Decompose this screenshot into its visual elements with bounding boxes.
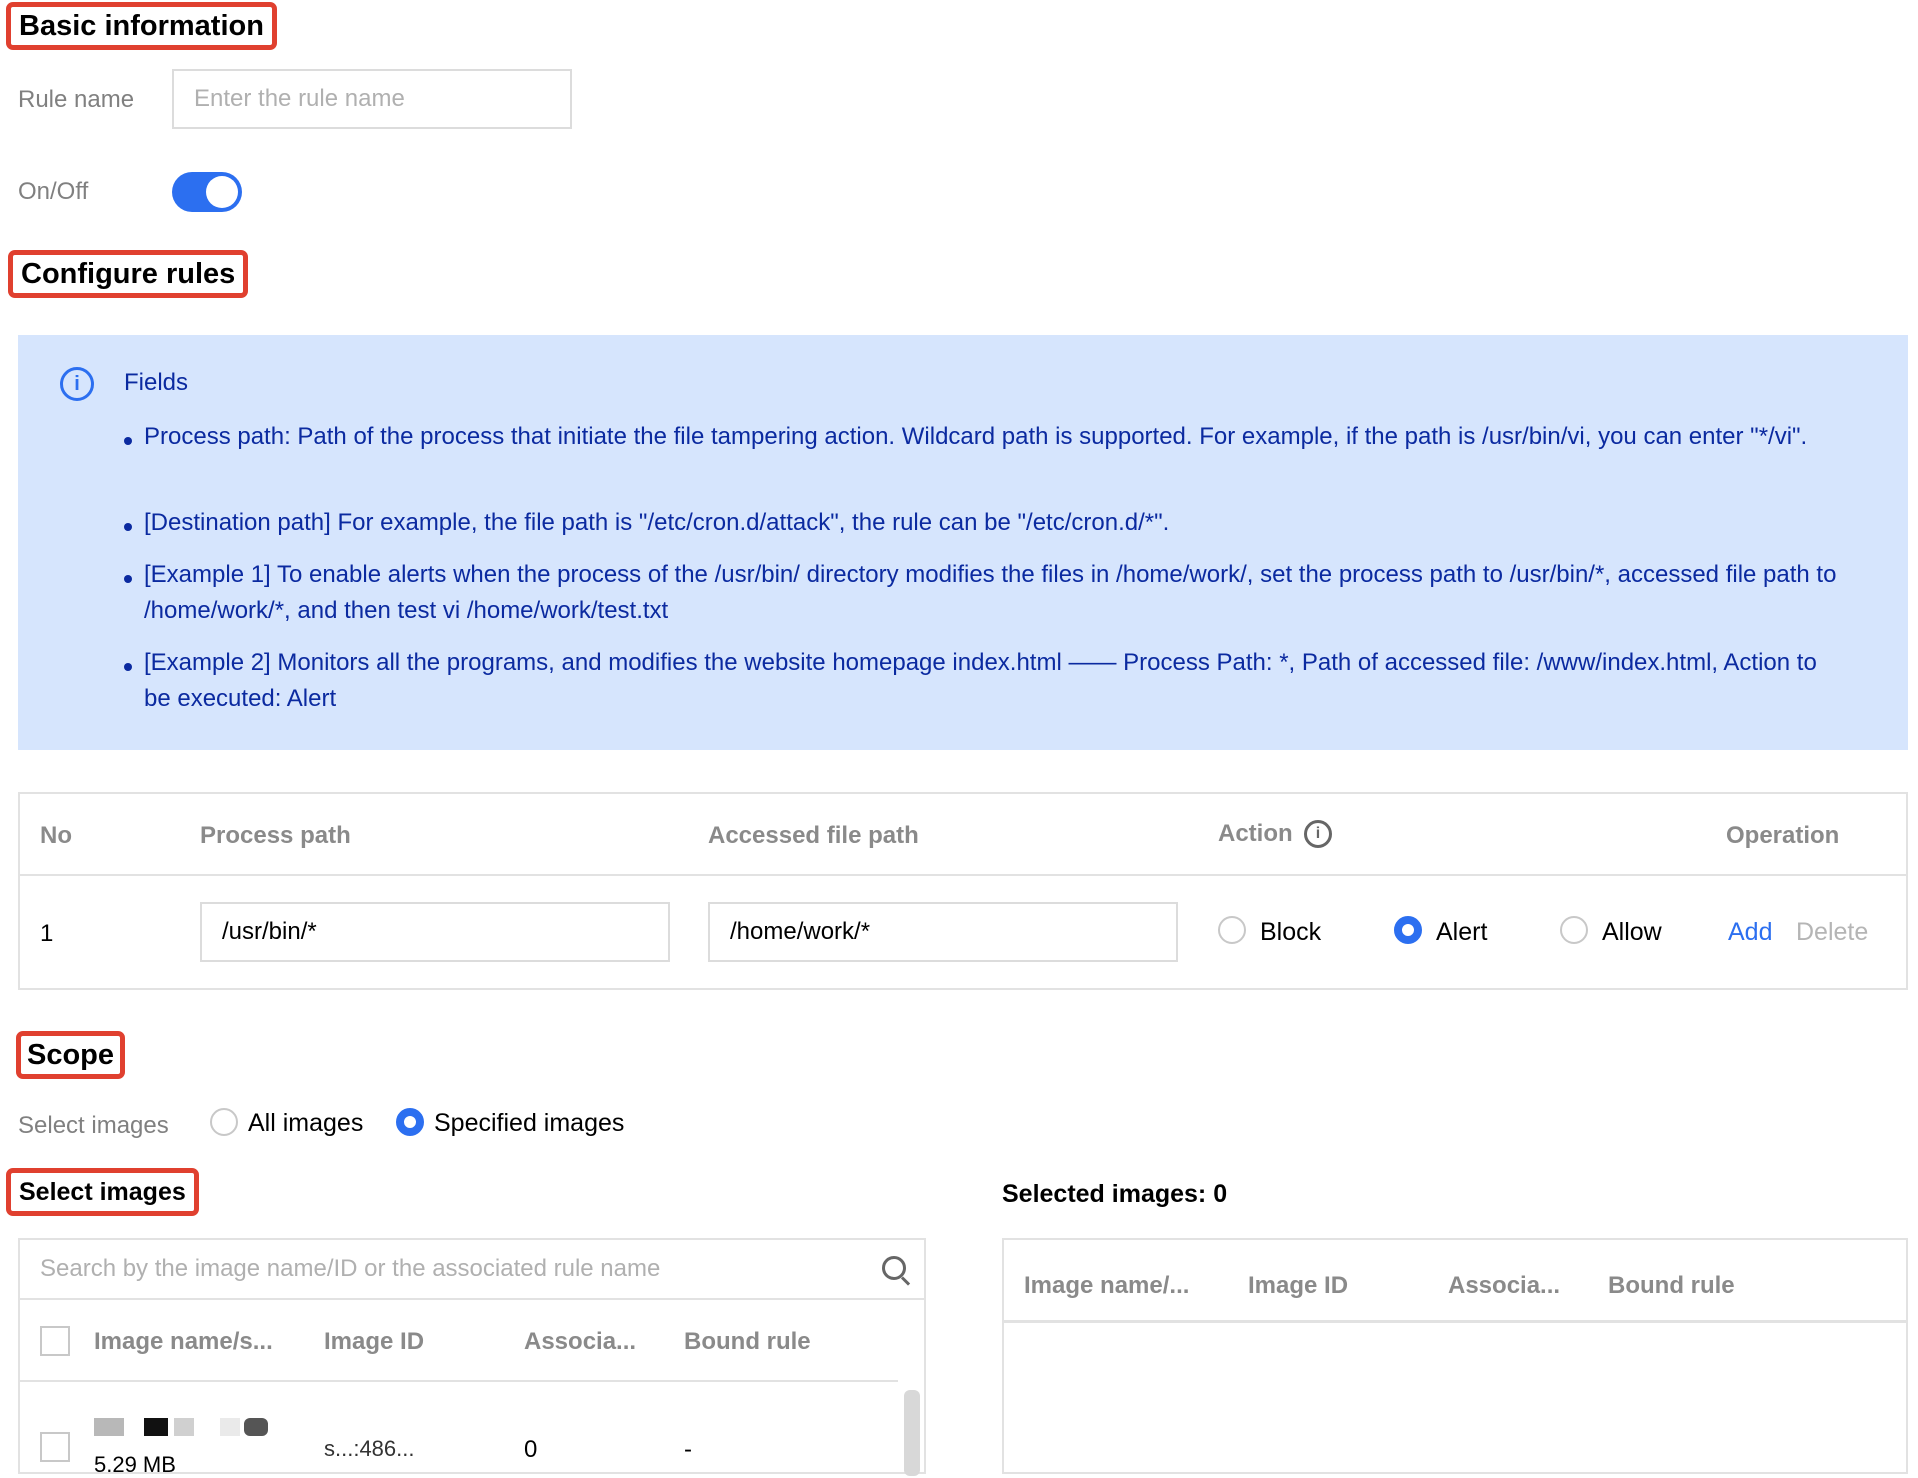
associated-count: 0 [524,1436,538,1463]
col-accessed-file-path: Accessed file path [708,822,919,849]
col-image-id: Image ID [1248,1272,1349,1299]
selected-images-panel: Image name/... Image ID Associa... Bound… [1002,1238,1908,1474]
header-divider [1004,1320,1906,1323]
row-no: 1 [40,920,54,947]
select-images-title: Select images [6,1168,199,1216]
select-images-label: Select images [18,1112,169,1139]
add-rule-link[interactable]: Add [1728,918,1772,947]
action-alert-radio[interactable] [1394,916,1422,944]
info-item: [Example 1] To enable alerts when the pr… [144,561,1837,624]
col-action: Action [1218,820,1293,847]
search-icon[interactable] [882,1256,911,1286]
info-icon: i [60,367,94,401]
action-alert-label[interactable]: Alert [1436,918,1487,947]
select-all-checkbox[interactable] [40,1326,70,1356]
rule-name-label: Rule name [18,86,135,113]
col-associated: Associa... [1448,1272,1561,1299]
all-images-radio[interactable] [210,1108,238,1136]
col-image-name: Image name/s... [94,1328,273,1355]
specified-images-radio[interactable] [396,1108,424,1136]
col-no: No [40,822,72,849]
col-process-path: Process path [200,822,351,849]
info-item: [Example 2] Monitors all the programs, a… [144,649,1817,712]
bullet-dot [124,523,132,531]
bound-rule: - [684,1436,692,1463]
info-item: [Destination path] For example, the file… [144,509,1170,536]
row-checkbox[interactable] [40,1432,70,1462]
onoff-label: On/Off [18,178,89,205]
scope-title: Scope [16,1031,126,1079]
delete-rule-link[interactable]: Delete [1796,918,1868,947]
action-info-icon[interactable]: i [1304,820,1332,848]
image-list-panel: Image name/s... Image ID Associa... Boun… [18,1238,926,1477]
action-allow-label[interactable]: Allow [1602,918,1662,947]
configure-rules-title: Configure rules [8,250,249,298]
col-bound-rule: Bound rule [684,1328,811,1355]
action-block-label[interactable]: Block [1260,918,1321,947]
bullet-dot [124,663,132,671]
search-divider [20,1298,924,1300]
basic-information-title: Basic information [6,2,277,50]
bullet-dot [124,437,132,445]
col-associated: Associa... [524,1328,637,1355]
image-id: s...:486... [324,1436,415,1461]
image-size: 5.29 MB [94,1452,176,1477]
table-divider [20,874,1906,876]
col-bound-rule: Bound rule [1608,1272,1735,1299]
enable-toggle[interactable] [172,172,242,212]
info-box: i Fields Process path: Path of the proce… [18,335,1908,750]
col-image-id: Image ID [324,1328,425,1355]
scrollbar-thumb[interactable] [904,1390,920,1476]
toggle-knob [206,176,238,208]
rules-table: No Process path Accessed file path Actio… [18,792,1908,990]
action-block-radio[interactable] [1218,916,1246,944]
header-divider [20,1380,898,1382]
info-item: Process path: Path of the process that i… [144,423,1808,450]
selected-images-count: Selected images: 0 [1002,1180,1228,1208]
action-allow-radio[interactable] [1560,916,1588,944]
rule-name-input[interactable] [172,69,572,129]
all-images-label[interactable]: All images [248,1109,363,1138]
process-path-input[interactable]: /usr/bin/* [200,902,670,962]
bullet-dot [124,575,132,583]
col-image-name: Image name/... [1024,1272,1190,1299]
redacted-image-name [94,1418,284,1436]
specified-images-label[interactable]: Specified images [434,1109,624,1138]
col-operation: Operation [1726,822,1840,849]
image-search-input[interactable] [20,1240,924,1298]
file-path-input[interactable]: /home/work/* [708,902,1178,962]
info-heading: Fields [124,369,189,396]
